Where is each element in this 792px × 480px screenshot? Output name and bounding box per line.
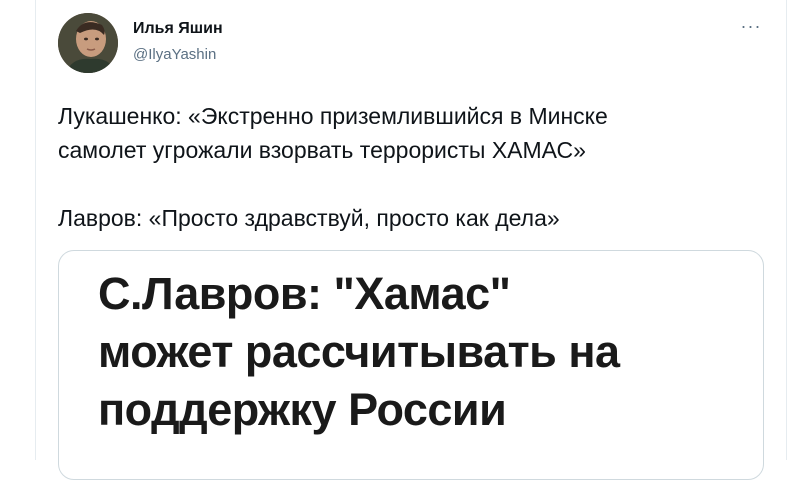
tweet-text-line-3: Лавров: «Просто здравствуй, просто как д…	[58, 205, 560, 231]
tweet-text: Лукашенко: «Экстренно приземлившийся в М…	[58, 99, 758, 235]
author-name[interactable]: Илья Яшин	[133, 20, 223, 38]
card-headline: С.Лавров: "Хамас" может рассчитывать на …	[98, 265, 758, 439]
tweet-text-line-2: самолет угрожали взорвать террористы ХАМ…	[58, 137, 586, 163]
card-headline-line-2: может рассчитывать на	[98, 326, 620, 377]
avatar[interactable]	[58, 13, 118, 73]
user-avatar-photo-icon	[58, 13, 118, 73]
media-card[interactable]: С.Лавров: "Хамас" может рассчитывать на …	[58, 250, 764, 480]
card-headline-line-1: С.Лавров: "Хамас"	[98, 268, 511, 319]
tweet-container: Илья Яшин @IlyaYashin ··· Лукашенко: «Эк…	[35, 0, 787, 480]
more-options-icon[interactable]: ···	[736, 16, 766, 36]
card-headline-line-3: поддержку России	[98, 384, 507, 435]
tweet-text-line-1: Лукашенко: «Экстренно приземлившийся в М…	[58, 103, 608, 129]
author-handle[interactable]: @IlyaYashin	[133, 46, 216, 63]
